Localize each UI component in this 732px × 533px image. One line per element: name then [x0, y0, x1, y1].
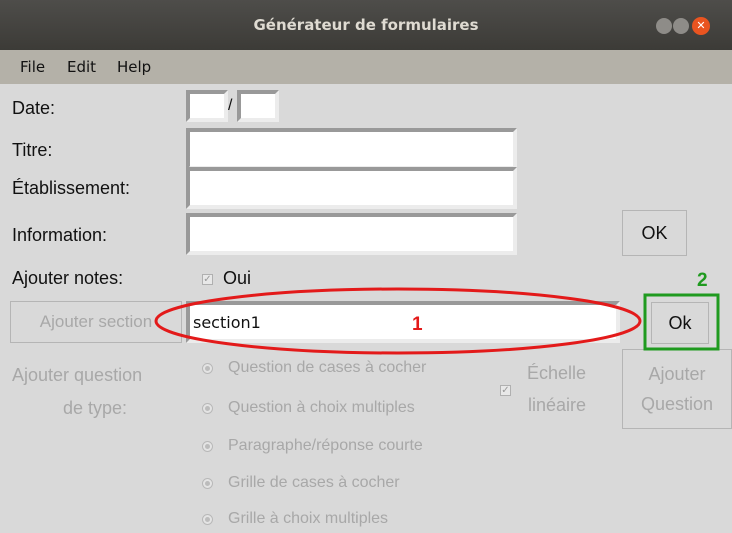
annotation-highlight-box — [643, 293, 720, 351]
annotation-marker-2: 2 — [697, 270, 708, 291]
annotation-marker-1: 1 — [412, 314, 423, 335]
annotation-ellipse — [154, 287, 642, 355]
annotation-overlay — [154, 287, 720, 355]
